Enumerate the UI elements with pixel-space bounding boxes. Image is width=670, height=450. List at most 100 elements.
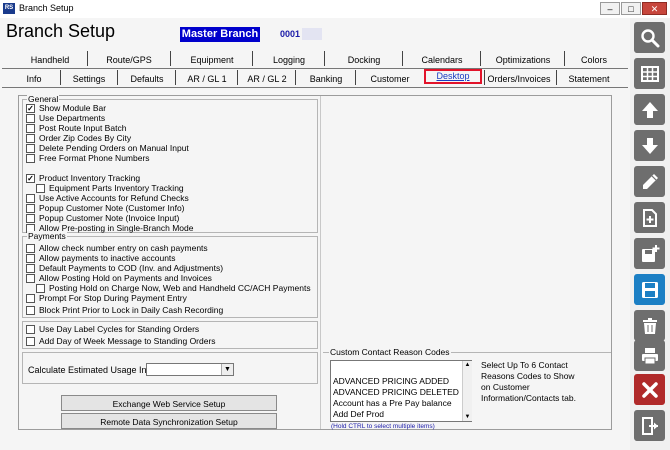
print-button[interactable] — [634, 340, 665, 371]
checkbox-allow-posting-hold[interactable]: Allow Posting Hold on Payments and Invoi… — [26, 273, 212, 283]
tab-customer[interactable]: Customer — [357, 74, 423, 84]
save-icon — [641, 281, 658, 298]
checkbox-check-number-entry[interactable]: Allow check number entry on cash payment… — [26, 243, 208, 253]
checkbox-box[interactable]: ✓ — [26, 103, 35, 113]
search-button[interactable] — [634, 22, 665, 53]
calc-usage-select[interactable]: ▼ — [146, 363, 234, 376]
checkbox-box[interactable] — [26, 213, 35, 223]
checkbox-box[interactable] — [36, 183, 45, 193]
grid-button[interactable] — [634, 58, 665, 89]
branch-name-badge: Master Branch — [180, 27, 260, 42]
listbox-scrollbar[interactable]: ▲ ▼ — [462, 361, 472, 421]
minimize-button[interactable]: – — [600, 2, 620, 15]
exchange-web-service-button[interactable]: Exchange Web Service Setup — [61, 395, 277, 411]
list-item[interactable]: Add Def Prod — [333, 409, 384, 419]
new-record-button[interactable] — [634, 238, 665, 269]
checkbox-box[interactable] — [26, 193, 35, 203]
tab-desktop[interactable]: Desktop — [424, 71, 482, 81]
checkbox-equipment-parts-tracking[interactable]: Equipment Parts Inventory Tracking — [36, 183, 184, 193]
cancel-button[interactable] — [634, 374, 665, 405]
list-item[interactable]: ADVANCED PRICING DELETED — [333, 387, 459, 397]
scroll-up-icon[interactable]: ▲ — [463, 361, 472, 369]
tab-settings[interactable]: Settings — [61, 74, 117, 84]
checkbox-order-zip-codes[interactable]: Order Zip Codes By City — [26, 133, 131, 143]
tab-optimizations[interactable]: Optimizations — [482, 55, 564, 65]
checkbox-free-format-phone[interactable]: Free Format Phone Numbers — [26, 153, 150, 163]
checkbox-prompt-for-stop[interactable]: Prompt For Stop During Payment Entry — [26, 293, 187, 303]
checkbox-product-inventory-tracking[interactable]: ✓ Product Inventory Tracking — [26, 173, 140, 183]
down-arrow-icon — [641, 137, 658, 154]
move-down-button[interactable] — [634, 130, 665, 161]
delete-button[interactable] — [634, 310, 665, 341]
list-item[interactable]: Account has a Pre Pay balance — [333, 398, 452, 408]
tab-banking[interactable]: Banking — [297, 74, 355, 84]
tab-orders-invoices[interactable]: Orders/Invoices — [486, 74, 552, 84]
chevron-down-icon[interactable]: ▼ — [221, 364, 233, 375]
checkbox-day-of-week-message[interactable]: Add Day of Week Message to Standing Orde… — [26, 336, 216, 346]
tab-colors[interactable]: Colors — [566, 55, 622, 65]
checkbox-box[interactable] — [26, 113, 35, 123]
checkbox-box[interactable] — [26, 263, 35, 273]
checkbox-day-label-cycles[interactable]: Use Day Label Cycles for Standing Orders — [26, 324, 199, 334]
move-up-button[interactable] — [634, 94, 665, 125]
checkbox-popup-note-invoice[interactable]: Popup Customer Note (Invoice Input) — [26, 213, 179, 223]
checkbox-post-route-input-batch[interactable]: Post Route Input Batch — [26, 123, 126, 133]
tab-logging[interactable]: Logging — [254, 55, 324, 65]
tab-docking[interactable]: Docking — [326, 55, 402, 65]
checkbox-show-module-bar[interactable]: ✓ Show Module Bar — [26, 103, 106, 113]
branch-code: 0001 — [280, 29, 301, 39]
tab-equipment[interactable]: Equipment — [172, 55, 252, 65]
remote-data-sync-button[interactable]: Remote Data Synchronization Setup — [61, 413, 277, 429]
close-button[interactable]: ✕ — [642, 2, 667, 15]
tab-ar-gl-2[interactable]: AR / GL 2 — [239, 74, 295, 84]
contact-reasons-listbox[interactable]: ADVANCED PRICING ADDED ADVANCED PRICING … — [330, 360, 472, 422]
checkbox-payments-inactive[interactable]: Allow payments to inactive accounts — [26, 253, 176, 263]
search-icon — [640, 28, 659, 47]
maximize-button[interactable]: □ — [621, 2, 641, 15]
scroll-down-icon[interactable]: ▼ — [463, 413, 472, 421]
checkbox-box[interactable] — [26, 243, 35, 253]
checkbox-box[interactable] — [26, 143, 35, 153]
branch-code-redacted — [302, 28, 322, 40]
cancel-icon — [641, 381, 658, 398]
list-item[interactable]: ADVANCED PRICING ADDED — [333, 376, 449, 386]
up-arrow-icon — [641, 101, 658, 118]
checkbox-box[interactable] — [26, 203, 35, 213]
contact-reasons-help: Select Up To 6 Contact Reasons Codes to … — [481, 360, 576, 403]
window-title: Branch Setup — [19, 3, 74, 13]
save-button[interactable] — [634, 274, 665, 305]
checkbox-box[interactable]: ✓ — [26, 173, 35, 183]
calc-usage-label: Calculate Estimated Usage In — [28, 365, 147, 375]
tab-defaults[interactable]: Defaults — [119, 74, 175, 84]
edit-button[interactable] — [634, 166, 665, 197]
checkbox-block-print[interactable]: Block Print Prior to Lock in Daily Cash … — [26, 305, 223, 315]
checkbox-box[interactable] — [36, 283, 45, 293]
checkbox-box[interactable] — [26, 153, 35, 163]
tab-route-gps[interactable]: Route/GPS — [88, 55, 170, 65]
exit-icon — [641, 416, 658, 435]
new-record-icon — [641, 244, 659, 262]
checkbox-posting-hold-cc-ach[interactable]: Posting Hold on Charge Now, Web and Hand… — [36, 283, 311, 293]
checkbox-box[interactable] — [26, 253, 35, 263]
checkbox-box[interactable] — [26, 324, 35, 334]
delete-icon — [642, 317, 657, 334]
checkbox-box[interactable] — [26, 133, 35, 143]
tab-handheld[interactable]: Handheld — [10, 55, 90, 65]
new-document-button[interactable] — [634, 202, 665, 233]
checkbox-box[interactable] — [26, 273, 35, 283]
tab-info[interactable]: Info — [8, 74, 60, 84]
grid-icon — [640, 65, 659, 82]
checkbox-box[interactable] — [26, 123, 35, 133]
checkbox-use-departments[interactable]: Use Departments — [26, 113, 105, 123]
checkbox-box[interactable] — [26, 293, 35, 303]
checkbox-default-cod[interactable]: Default Payments to COD (Inv. and Adjust… — [26, 263, 223, 273]
checkbox-delete-pending-orders[interactable]: Delete Pending Orders on Manual Input — [26, 143, 189, 153]
checkbox-popup-note-customer-info[interactable]: Popup Customer Note (Customer Info) — [26, 203, 185, 213]
tab-calendars[interactable]: Calendars — [404, 55, 480, 65]
tab-ar-gl-1[interactable]: AR / GL 1 — [177, 74, 237, 84]
checkbox-box[interactable] — [26, 305, 35, 315]
checkbox-box[interactable] — [26, 336, 35, 346]
exit-button[interactable] — [634, 410, 665, 441]
checkbox-active-accounts-refund[interactable]: Use Active Accounts for Refund Checks — [26, 193, 189, 203]
tab-statement[interactable]: Statement — [559, 74, 619, 84]
